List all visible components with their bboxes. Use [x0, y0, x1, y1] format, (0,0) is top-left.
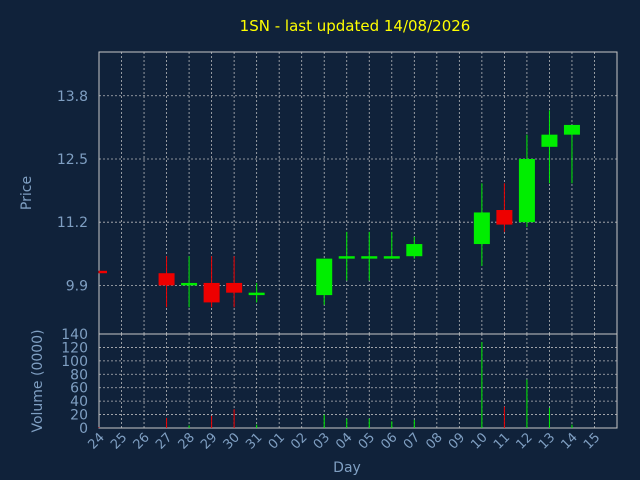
- candle-body: [473, 212, 490, 245]
- chart-title: 1SN - last updated 14/08/2026: [240, 17, 471, 35]
- candle-body: [226, 282, 243, 293]
- volume-bar-14: [571, 424, 573, 428]
- price-panel-frame: [98, 51, 618, 335]
- candle-24: [98, 270, 107, 274]
- price-axis: 9.9 11.2 12.5 13.8: [57, 89, 88, 295]
- candle-body: [563, 124, 580, 135]
- candle-body: [406, 244, 423, 257]
- candle-body: [496, 210, 513, 225]
- candle-31: [248, 282, 265, 303]
- candle-body: [316, 258, 333, 296]
- day-tick-label: 28: [176, 430, 198, 452]
- day-tick-label: 08: [423, 430, 445, 452]
- volume-bar-13: [548, 407, 550, 428]
- candle-body: [203, 282, 220, 303]
- day-axis-label: Day: [333, 460, 361, 476]
- price-tick-label: 9.9: [66, 278, 88, 294]
- volume-bar-12: [526, 379, 528, 428]
- plot-frames: [98, 51, 618, 429]
- day-tick-label: 27: [153, 430, 175, 452]
- candle-body: [99, 270, 107, 274]
- candle-27: [158, 256, 175, 308]
- volume-bar-05: [368, 418, 370, 428]
- candle-body: [181, 282, 198, 286]
- day-tick-label: 30: [221, 430, 243, 452]
- day-tick-label: 03: [311, 430, 333, 452]
- volume-bar-06: [391, 421, 393, 428]
- volume-axis: 020406080100120140: [61, 327, 88, 437]
- day-tick-label: 25: [108, 430, 130, 452]
- day-axis: 24 25 26 27 28 29 30 31 01 02 03 04 05 06 07 08 09 10 11 12…: [86, 430, 604, 452]
- volume-bar-04: [346, 418, 348, 428]
- volume-bar-24: [98, 427, 100, 428]
- candle-body: [541, 134, 558, 147]
- candle-body: [518, 158, 535, 223]
- day-tick-label: 07: [401, 430, 423, 452]
- volume-bar-28: [188, 425, 190, 428]
- volume-bar-27: [166, 417, 168, 428]
- day-tick-label: 12: [513, 430, 535, 452]
- candle-07: [406, 236, 423, 259]
- volume-panel-frame: [98, 333, 618, 429]
- day-tick-label: 15: [581, 430, 603, 452]
- candle-03: [316, 258, 333, 305]
- volume-bars: [98, 342, 573, 428]
- grid-layer: [99, 52, 617, 428]
- price-tick-label: 11.2: [57, 215, 88, 231]
- candle-04: [338, 231, 355, 281]
- candle-body: [248, 292, 265, 296]
- candle-13: [541, 110, 558, 184]
- candle-28: [181, 256, 198, 308]
- volume-tick-label: 140: [61, 327, 88, 343]
- day-tick-label: 11: [491, 430, 513, 452]
- candle-12: [518, 134, 535, 228]
- day-tick-label: 24: [86, 430, 108, 452]
- day-tick-label: 31: [243, 430, 265, 452]
- day-tick-label: 13: [536, 430, 558, 452]
- candles: [98, 110, 580, 308]
- candle-body: [361, 256, 378, 259]
- chart-root: 1SN - last updated 14/08/2026 9.9 11.2 12.…: [0, 0, 640, 480]
- price-axis-label: Price: [19, 176, 35, 210]
- candle-11: [496, 183, 513, 232]
- candle-30: [226, 256, 243, 308]
- volume-bar-07: [413, 419, 415, 428]
- day-tick-label: 01: [266, 430, 288, 452]
- candle-05: [361, 231, 378, 281]
- volume-bar-30: [233, 409, 235, 428]
- day-tick-label: 09: [446, 430, 468, 452]
- price-tick-label: 12.5: [57, 152, 88, 168]
- volume-bar-11: [503, 406, 505, 428]
- day-tick-label: 04: [333, 430, 355, 452]
- candle-14: [563, 124, 580, 184]
- day-tick-label: 10: [468, 430, 490, 452]
- volume-bar-03: [323, 414, 325, 428]
- candlestick-chart: 1SN - last updated 14/08/2026 9.9 11.2 12.…: [19, 17, 618, 476]
- day-tick-label: 05: [356, 430, 378, 452]
- day-tick-label: 29: [198, 430, 220, 452]
- volume-axis-label: Volume (0000): [30, 329, 46, 432]
- day-tick-label: 06: [378, 430, 400, 452]
- volume-bar-31: [256, 424, 258, 428]
- day-tick-label: 02: [288, 430, 310, 452]
- candle-body: [338, 256, 355, 259]
- volume-bar-29: [211, 415, 213, 428]
- day-tick-label: 14: [558, 430, 580, 452]
- candle-body: [158, 273, 175, 286]
- candle-29: [203, 256, 220, 308]
- volume-bar-10: [481, 342, 483, 428]
- candle-10: [473, 183, 490, 266]
- price-tick-label: 13.8: [57, 89, 88, 105]
- candle-06: [383, 231, 400, 259]
- day-tick-label: 26: [131, 430, 153, 452]
- candle-body: [383, 256, 400, 259]
